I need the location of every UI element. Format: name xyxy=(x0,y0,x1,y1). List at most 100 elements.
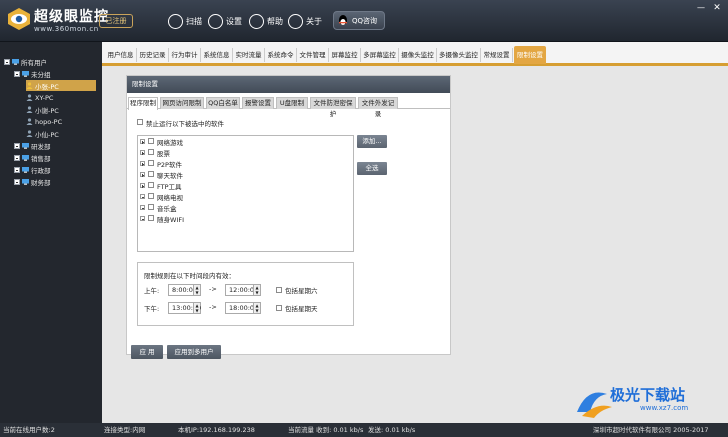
collapse-icon[interactable] xyxy=(140,216,145,221)
expand-icon[interactable] xyxy=(140,172,145,177)
expand-icon[interactable] xyxy=(14,142,20,149)
tab-system-info[interactable]: 系统信息 xyxy=(201,48,233,62)
morning-start-time[interactable]: 8:00:00 ▲ ▼ xyxy=(168,284,201,296)
tab-multi-screen[interactable]: 多屏幕监控 xyxy=(361,48,399,62)
user-icon xyxy=(26,94,33,101)
afternoon-start-time[interactable]: 13:00:00 ▲ ▼ xyxy=(168,302,201,314)
subtab-qq-whitelist[interactable]: QQ白名单 xyxy=(206,97,240,109)
time-rule-title: 限制规则在以下时间段内有效： xyxy=(144,272,235,280)
traffic-received: 当前流量 收到: 0.01 kb/s xyxy=(288,426,364,434)
software-item: 股票 xyxy=(157,150,170,158)
software-checkbox[interactable] xyxy=(148,204,154,210)
tree-user-item[interactable]: 小张-PC xyxy=(26,80,96,91)
register-button[interactable]: 已注册 xyxy=(99,14,133,28)
tree-user-item[interactable]: hopo-PC xyxy=(26,116,62,127)
tab-camera-monitor[interactable]: 摄像头监控 xyxy=(399,48,437,62)
morning-end-time[interactable]: 12:00:00 ▲ ▼ xyxy=(225,284,261,296)
software-category-list[interactable]: 网络游戏 股票 P2P软件 聊天软件 FTP工具 网络电视 音乐盒 随身WIFI xyxy=(137,135,354,252)
time-spinner-icon[interactable]: ▲ ▼ xyxy=(253,303,260,313)
qq-penguin-icon xyxy=(339,15,347,25)
tree-user-item[interactable]: XY-PC xyxy=(26,92,53,103)
expand-icon[interactable] xyxy=(140,161,145,166)
software-checkbox[interactable] xyxy=(148,215,154,221)
expand-icon[interactable] xyxy=(14,166,20,173)
computer-group-icon xyxy=(22,154,29,161)
tree-user-item[interactable]: 小谢-PC xyxy=(26,104,59,115)
tab-system-command[interactable]: 系统命令 xyxy=(265,48,297,62)
tab-history[interactable]: 历史记录 xyxy=(137,48,169,62)
computer-group-icon xyxy=(12,58,19,65)
software-item: 网络电视 xyxy=(157,194,183,202)
include-saturday-checkbox[interactable] xyxy=(276,287,282,293)
software-item: FTP工具 xyxy=(157,183,182,191)
tab-user-info[interactable]: 用户信息 xyxy=(105,48,137,62)
tree-group-unassigned[interactable]: 未分组 xyxy=(14,68,51,79)
user-icon xyxy=(26,118,33,125)
software-checkbox[interactable] xyxy=(148,138,154,144)
subtab-program[interactable]: 程序限制 xyxy=(128,97,158,110)
tab-screen-monitor[interactable]: 屏幕监控 xyxy=(329,48,361,62)
tab-multi-camera[interactable]: 多摄像头监控 xyxy=(437,48,481,62)
user-icon xyxy=(26,130,33,137)
apply-multi-user-button[interactable]: 应用到多用户 xyxy=(167,345,221,359)
tree-user-label: hopo-PC xyxy=(35,117,63,126)
settings-label: 设置 xyxy=(226,16,242,26)
expand-icon[interactable] xyxy=(140,139,145,144)
close-button[interactable]: ✕ xyxy=(712,3,722,13)
tab-restriction-settings[interactable]: 限制设置 xyxy=(514,46,546,64)
tree-department[interactable]: 行政部 xyxy=(14,164,51,175)
eye-logo-icon xyxy=(8,8,30,30)
settings-button[interactable]: 设置 xyxy=(208,11,242,31)
expand-icon[interactable] xyxy=(140,183,145,188)
computer-group-icon xyxy=(22,70,29,77)
tab-traffic[interactable]: 实时流量 xyxy=(233,48,265,62)
expand-icon[interactable] xyxy=(140,150,145,155)
collapse-icon[interactable] xyxy=(4,58,10,65)
time-spinner-icon[interactable]: ▲ ▼ xyxy=(193,303,200,313)
local-ip: 本机IP:192.168.199.238 xyxy=(178,426,255,434)
collapse-icon[interactable] xyxy=(140,194,145,199)
user-tree-sidebar: 所有用户 未分组 小张-PC XY-PC 小谢-PC hopo-PC 小仙-PC… xyxy=(0,42,102,423)
about-button[interactable]: 关于 xyxy=(288,11,322,31)
time-spinner-icon[interactable]: ▲ ▼ xyxy=(253,285,260,295)
add-software-button[interactable]: 添加... xyxy=(357,135,387,148)
tree-root[interactable]: 所有用户 xyxy=(4,56,47,67)
tree-department[interactable]: 财务部 xyxy=(14,176,51,187)
status-bar: 当前在线用户数:2 连接类型:内网 本机IP:192.168.199.238 当… xyxy=(0,423,728,437)
apply-button[interactable]: 应 用 xyxy=(131,345,163,359)
software-checkbox[interactable] xyxy=(148,149,154,155)
forbid-software-checkbox[interactable] xyxy=(137,119,143,125)
tab-file-manager[interactable]: 文件管理 xyxy=(297,48,329,62)
tree-department[interactable]: 销售部 xyxy=(14,152,51,163)
afternoon-end-time[interactable]: 18:00:00 ▲ ▼ xyxy=(225,302,261,314)
tree-department[interactable]: 研发部 xyxy=(14,140,51,151)
time-rule-box: 限制规则在以下时间段内有效： 上午: 8:00:00 ▲ ▼ -> 12:00:0… xyxy=(137,262,354,326)
subtab-web[interactable]: 网页访问限制 xyxy=(160,97,204,109)
scan-button[interactable]: 扫描 xyxy=(168,11,202,31)
qq-consult-button[interactable]: QQ咨询 xyxy=(333,11,385,30)
software-checkbox[interactable] xyxy=(148,171,154,177)
collapse-icon[interactable] xyxy=(140,205,145,210)
tree-user-item[interactable]: 小仙-PC xyxy=(26,128,59,139)
subtab-usb[interactable]: U盘限制 xyxy=(276,97,308,109)
tab-general-settings[interactable]: 常规设置 xyxy=(481,48,513,62)
expand-icon[interactable] xyxy=(14,154,20,161)
time-spinner-icon[interactable]: ▲ ▼ xyxy=(193,285,200,295)
subtab-file-outgoing[interactable]: 文件外发记录 xyxy=(358,97,398,118)
collapse-icon[interactable] xyxy=(14,70,20,77)
expand-icon[interactable] xyxy=(14,178,20,185)
include-sunday-checkbox[interactable] xyxy=(276,305,282,311)
tab-audit[interactable]: 行为审计 xyxy=(169,48,201,62)
select-all-button[interactable]: 全选 xyxy=(357,162,387,175)
tree-user-label: XY-PC xyxy=(35,93,54,102)
minimize-button[interactable]: — xyxy=(696,4,706,14)
subtab-leak-protection[interactable]: 文件防泄密保护 xyxy=(310,97,356,118)
subtab-alarm[interactable]: 报警设置 xyxy=(242,97,274,109)
help-label: 帮助 xyxy=(267,16,283,26)
tree-department-label: 财务部 xyxy=(31,178,51,187)
scan-label: 扫描 xyxy=(186,16,202,26)
software-checkbox[interactable] xyxy=(148,193,154,199)
software-checkbox[interactable] xyxy=(148,160,154,166)
help-button[interactable]: 帮助 xyxy=(249,11,283,31)
software-checkbox[interactable] xyxy=(148,182,154,188)
